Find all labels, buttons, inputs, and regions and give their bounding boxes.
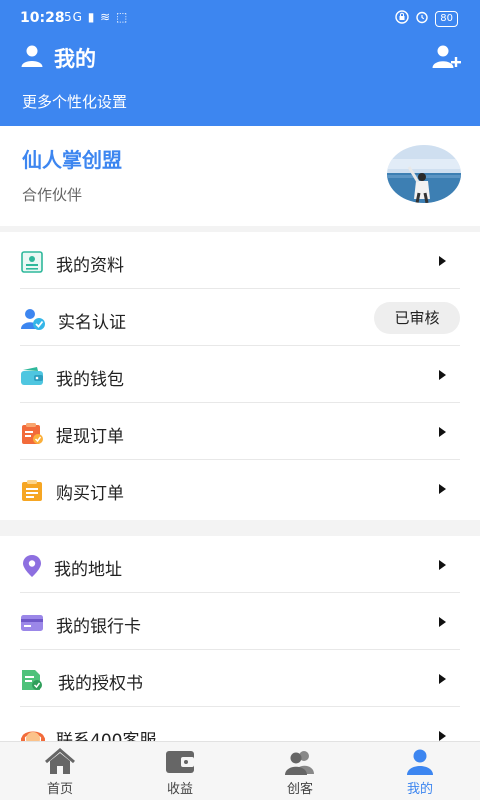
menu-item-label: 我的授权书 <box>58 674 143 694</box>
alarm-icon <box>415 10 429 27</box>
menu-item-label: 我的地址 <box>54 560 122 580</box>
tab-earnings[interactable]: 收益 <box>120 742 240 800</box>
bank-card-icon <box>20 611 44 635</box>
chevron-right-icon <box>439 256 446 266</box>
menu-item-label: 实名认证 <box>58 313 126 333</box>
tab-label: 我的 <box>406 782 433 797</box>
menu-item-my-authorization[interactable]: 我的授权书 <box>20 650 460 707</box>
profile-name: 仙人掌创盟 <box>22 148 122 172</box>
menu-group-1: 我的资料 实名认证 已审核 我的钱包 提现订单 购买订单 <box>0 232 480 520</box>
tab-label: 创客 <box>286 782 313 797</box>
tab-me[interactable]: 我的 <box>360 742 480 800</box>
tab-home[interactable]: 首页 <box>0 742 120 800</box>
bottom-tab-bar: 首页 收益 创客 我的 <box>0 741 480 800</box>
menu-item-my-wallet[interactable]: 我的钱包 <box>20 346 460 403</box>
menu-item-my-address[interactable]: 我的地址 <box>20 536 460 593</box>
signal-wifi-icons: 5G ▮ ≋ ⬚ <box>64 10 129 24</box>
status-bar: 10:28 5G ▮ ≋ ⬚ 80 <box>0 0 480 36</box>
location-pin-icon <box>20 554 44 578</box>
status-right: 80 <box>395 10 458 27</box>
user-icon <box>20 44 44 72</box>
verified-user-icon <box>20 307 45 331</box>
chevron-right-icon <box>439 731 446 741</box>
menu-item-label: 提现订单 <box>56 427 124 447</box>
add-user-icon <box>432 45 461 68</box>
me-user-icon <box>407 749 433 775</box>
menu-item-my-profile[interactable]: 我的资料 <box>20 232 460 289</box>
status-time: 10:28 <box>20 10 65 26</box>
personalize-settings-link[interactable]: 更多个性化设置 <box>22 91 127 112</box>
tab-label: 首页 <box>46 782 73 797</box>
title-row: 我的 <box>20 40 96 76</box>
makers-group-icon <box>285 751 314 775</box>
menu-item-purchase-orders[interactable]: 购买订单 <box>20 460 460 517</box>
home-icon <box>45 748 75 774</box>
verification-status-badge: 已审核 <box>374 302 460 334</box>
authorization-doc-icon <box>20 668 44 692</box>
menu-item-real-name-verification[interactable]: 实名认证 已审核 <box>20 289 460 346</box>
chevron-right-icon <box>439 674 446 684</box>
chevron-right-icon <box>439 427 446 437</box>
menu-item-label: 我的钱包 <box>56 370 124 390</box>
avatar[interactable] <box>387 145 461 203</box>
menu-group-2: 我的地址 我的银行卡 我的授权书 联系400客服 <box>0 536 480 751</box>
page-title: 我的 <box>54 47 96 71</box>
menu-item-withdraw-orders[interactable]: 提现订单 <box>20 403 460 460</box>
menu-item-label: 我的银行卡 <box>56 617 141 637</box>
profile-card-icon <box>20 250 44 274</box>
withdraw-clipboard-icon <box>20 421 44 445</box>
wallet-icon <box>20 364 44 388</box>
profile-role: 合作伙伴 <box>22 186 83 204</box>
add-user-button[interactable] <box>432 44 462 72</box>
profile-card: 仙人掌创盟 合作伙伴 <box>0 126 480 226</box>
menu-item-my-bank-card[interactable]: 我的银行卡 <box>20 593 460 650</box>
chevron-right-icon <box>439 617 446 627</box>
menu-item-label: 购买订单 <box>56 484 124 504</box>
tab-makers[interactable]: 创客 <box>240 742 360 800</box>
earnings-wallet-icon <box>166 751 194 773</box>
tab-label: 收益 <box>166 782 193 797</box>
chevron-right-icon <box>439 560 446 570</box>
header: 10:28 5G ▮ ≋ ⬚ 80 我的 更多个性化设置 <box>0 0 480 126</box>
battery-indicator: 80 <box>435 10 458 27</box>
menu-item-label: 我的资料 <box>56 256 124 276</box>
lock-icon <box>395 10 409 27</box>
chevron-right-icon <box>439 484 446 494</box>
purchase-clipboard-icon <box>20 478 44 502</box>
chevron-right-icon <box>439 370 446 380</box>
